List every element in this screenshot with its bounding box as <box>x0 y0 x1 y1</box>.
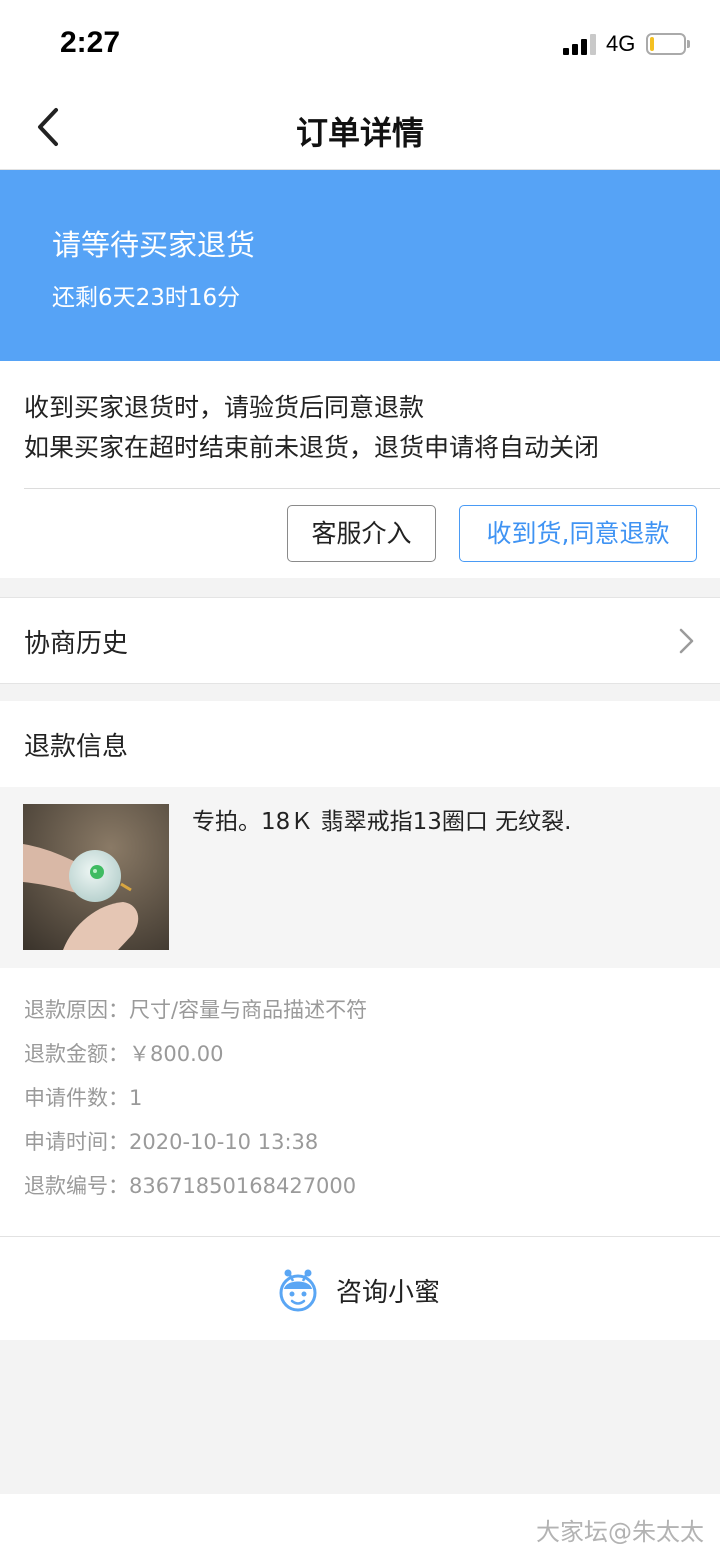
network-type: 4G <box>606 31 636 56</box>
battery-icon <box>646 33 690 55</box>
consult-label: 咨询小蜜 <box>336 1278 441 1308</box>
detail-value: 2020-10-10 13:38 <box>129 1130 319 1154</box>
refund-number-row: 退款编号：83671850168427000 <box>24 1170 356 1200</box>
notice-line-2: 如果买家在超时结束前未退货，退货申请将自动关闭 <box>24 433 600 462</box>
product-image[interactable] <box>23 804 169 950</box>
page-title: 订单详情 <box>295 114 424 152</box>
history-label: 协商历史 <box>24 629 129 659</box>
status-bar: 2:27 4G <box>0 0 720 88</box>
divider <box>24 488 720 489</box>
footer: 大家坛@朱太太 <box>0 1494 720 1559</box>
refund-info-header: 退款信息 <box>0 701 720 787</box>
countdown-text: 还剩6天23时16分 <box>52 285 241 311</box>
product-title: 专拍。18Ｋ 翡翠戒指13圈口 无纹裂. <box>192 809 572 835</box>
product-item[interactable]: 专拍。18Ｋ 翡翠戒指13圈口 无纹裂. <box>0 787 720 968</box>
detail-label: 退款金额： <box>24 1042 129 1066</box>
signal-icon <box>563 33 599 55</box>
nav-bar: 订单详情 <box>0 88 720 170</box>
detail-value: 1 <box>129 1086 143 1110</box>
refund-details: 退款原因：尺寸/容量与商品描述不符 退款金额：￥800.00 申请件数：1 申请… <box>0 968 720 1236</box>
jade-ring-image <box>23 804 169 950</box>
watermark-text: 大家坛@朱太太 <box>536 1518 704 1546</box>
refund-info-title: 退款信息 <box>24 732 129 762</box>
status-time: 2:27 <box>60 26 121 59</box>
customer-service-button[interactable]: 客服介入 <box>287 505 436 562</box>
assistant-bee-icon <box>279 1269 317 1312</box>
notice-line-1: 收到买家退货时，请验货后同意退款 <box>24 393 425 422</box>
negotiation-history-row[interactable]: 协商历史 <box>0 597 720 684</box>
detail-value: ￥800.00 <box>129 1042 224 1066</box>
refund-reason-row: 退款原因：尺寸/容量与商品描述不符 <box>24 994 367 1024</box>
refund-time-row: 申请时间：2020-10-10 13:38 <box>24 1126 318 1156</box>
banner-title: 请等待买家退货 <box>52 228 256 262</box>
detail-label: 申请件数： <box>24 1086 129 1110</box>
detail-value: 83671850168427000 <box>129 1174 357 1198</box>
notice-card: 收到买家退货时，请验货后同意退款 如果买家在超时结束前未退货，退货申请将自动关闭… <box>0 361 720 578</box>
refund-amount-row: 退款金额：￥800.00 <box>24 1038 223 1068</box>
detail-label: 申请时间： <box>24 1130 129 1154</box>
detail-label: 退款原因： <box>24 998 129 1022</box>
consult-assistant-button[interactable]: 咨询小蜜 <box>0 1236 720 1340</box>
chevron-right-icon <box>679 628 694 654</box>
refund-quantity-row: 申请件数：1 <box>24 1082 142 1112</box>
detail-value: 尺寸/容量与商品描述不符 <box>129 998 368 1022</box>
status-banner: 请等待买家退货 还剩6天23时16分 <box>0 170 720 361</box>
agree-refund-button[interactable]: 收到货,同意退款 <box>459 505 697 562</box>
detail-label: 退款编号： <box>24 1174 129 1198</box>
